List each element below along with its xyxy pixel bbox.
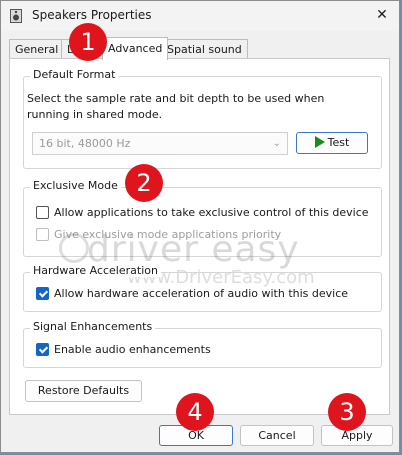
- sample-rate-select[interactable]: 16 bit, 48000 Hz ⌄: [32, 132, 288, 155]
- allow-hw-acceleration-checkbox[interactable]: [36, 287, 49, 300]
- enable-enhancements-checkbox[interactable]: [36, 343, 49, 356]
- sample-rate-value: 16 bit, 48000 Hz: [39, 137, 131, 150]
- speakers-properties-dialog: Speakers Properties ✕ General Levels Adv…: [0, 0, 400, 453]
- exclusive-mode-title: Exclusive Mode: [30, 179, 121, 192]
- signal-enhancements-title: Signal Enhancements: [30, 320, 156, 333]
- default-format-title: Default Format: [30, 68, 119, 81]
- chevron-down-icon: ⌄: [272, 138, 281, 149]
- close-button[interactable]: ✕: [373, 6, 391, 24]
- window-title: Speakers Properties: [32, 8, 152, 22]
- tab-general[interactable]: General: [9, 39, 65, 59]
- allow-exclusive-label: Allow applications to take exclusive con…: [54, 206, 369, 219]
- test-label: Test: [327, 136, 350, 149]
- exclusive-priority-checkbox[interactable]: [36, 228, 49, 241]
- default-format-description: Select the sample rate and bit depth to …: [27, 92, 325, 121]
- annotation-badge-3: 3: [328, 393, 366, 431]
- hardware-acceleration-title: Hardware Acceleration: [30, 264, 161, 277]
- annotation-badge-4: 4: [176, 393, 214, 431]
- allow-exclusive-checkbox[interactable]: [36, 206, 49, 219]
- enable-enhancements-label: Enable audio enhancements: [54, 343, 211, 356]
- annotation-badge-1: 1: [69, 23, 107, 61]
- annotation-badge-2: 2: [125, 164, 163, 202]
- watermark-logo: [59, 233, 89, 263]
- cancel-button[interactable]: Cancel: [240, 425, 314, 446]
- tab-advanced[interactable]: Advanced: [102, 37, 169, 60]
- title-bar: Speakers Properties ✕: [1, 1, 399, 31]
- test-button[interactable]: Test: [296, 132, 368, 154]
- tab-spatial-sound[interactable]: Spatial sound: [161, 39, 248, 59]
- play-icon: [314, 136, 325, 148]
- restore-defaults-button[interactable]: Restore Defaults: [25, 380, 142, 402]
- speaker-icon: [10, 9, 22, 23]
- allow-hw-acceleration-label: Allow hardware acceleration of audio wit…: [54, 287, 349, 300]
